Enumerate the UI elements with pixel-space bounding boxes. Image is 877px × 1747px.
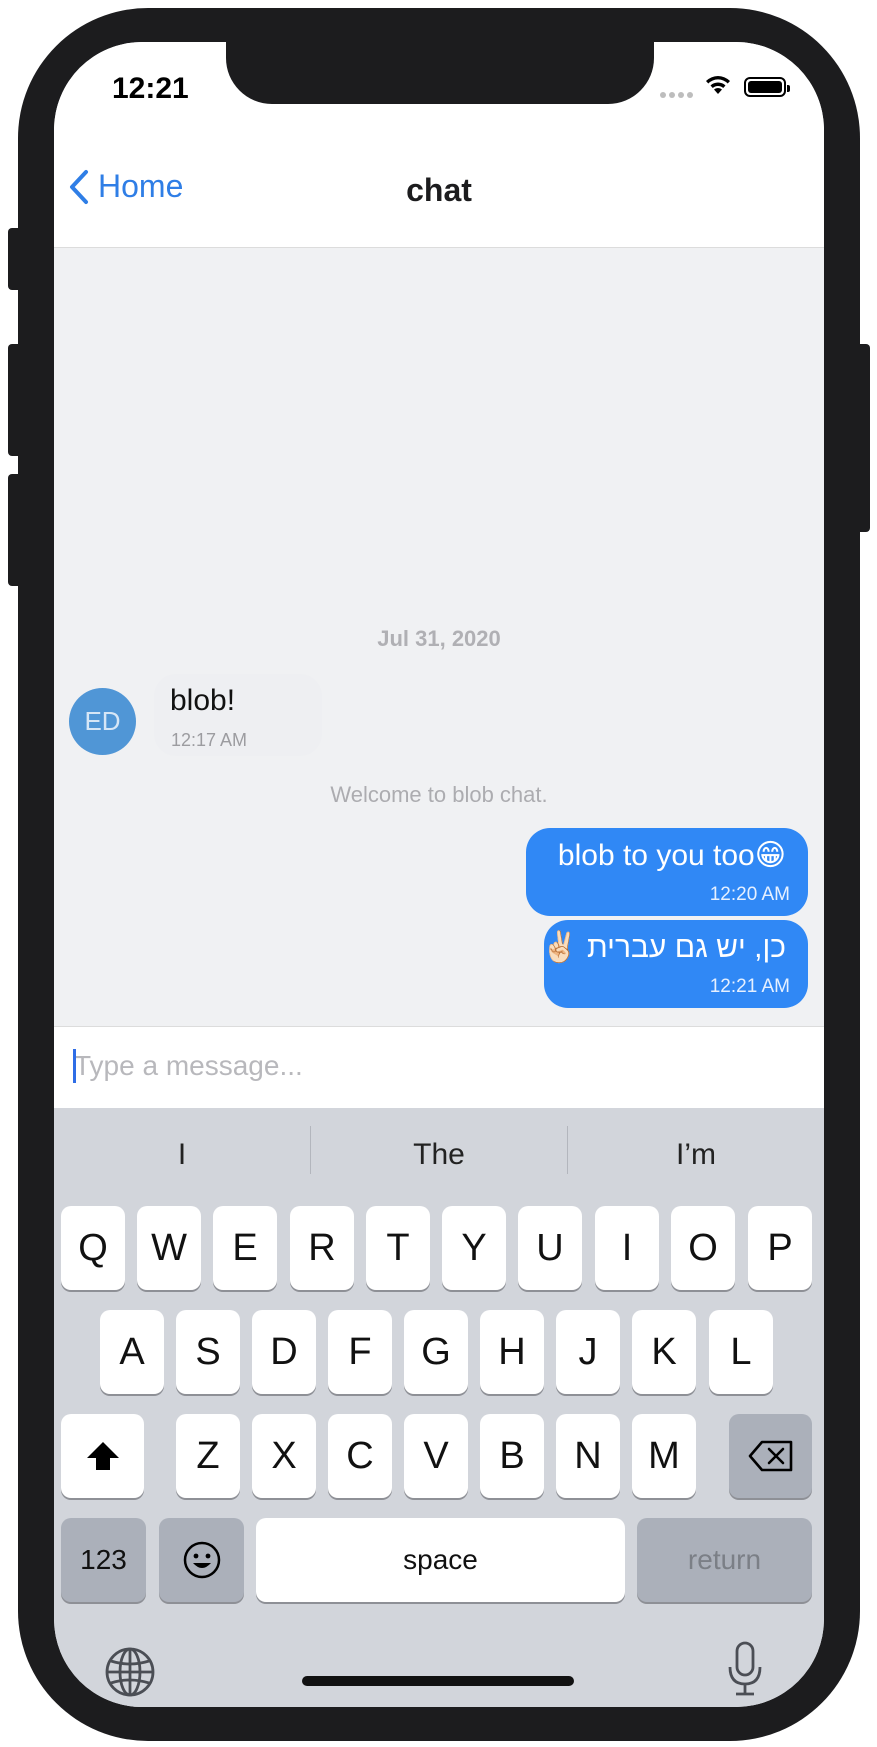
page-title: chat xyxy=(406,172,472,208)
key-b[interactable]: B xyxy=(480,1414,544,1498)
suggestion-bar: I The I’m xyxy=(54,1108,824,1204)
suggestion-3[interactable]: I’m xyxy=(568,1138,824,1172)
key-i[interactable]: I xyxy=(595,1206,659,1290)
key-y[interactable]: Y xyxy=(442,1206,506,1290)
key-a[interactable]: A xyxy=(100,1310,164,1394)
key-u[interactable]: U xyxy=(518,1206,582,1290)
key-k[interactable]: K xyxy=(632,1310,696,1394)
key-r[interactable]: R xyxy=(290,1206,354,1290)
key-c[interactable]: C xyxy=(328,1414,392,1498)
space-key[interactable]: space xyxy=(256,1518,625,1602)
message-list[interactable]: Jul 31, 2020 ED blob! 12:17 AM Welcome t… xyxy=(54,248,824,1026)
battery-icon xyxy=(744,77,790,97)
navigation-bar: Home chat xyxy=(54,128,824,248)
return-key[interactable]: return xyxy=(637,1518,812,1602)
message-text: blob to you too😁 xyxy=(557,839,786,872)
mute-switch xyxy=(8,228,20,290)
outgoing-message-bubble[interactable]: blob to you too😁 12:20 AM xyxy=(526,828,808,916)
wifi-icon xyxy=(706,76,730,94)
message-text: כן, יש גם עברית ✌🏻 xyxy=(541,931,786,964)
globe-icon[interactable] xyxy=(104,1646,156,1698)
message-time: 12:21 AM xyxy=(709,976,790,997)
message-input[interactable] xyxy=(74,1041,794,1091)
key-q[interactable]: Q xyxy=(61,1206,125,1290)
key-t[interactable]: T xyxy=(366,1206,430,1290)
notch xyxy=(226,42,654,104)
key-o[interactable]: O xyxy=(671,1206,735,1290)
key-j[interactable]: J xyxy=(556,1310,620,1394)
key-h[interactable]: H xyxy=(480,1310,544,1394)
key-g[interactable]: G xyxy=(404,1310,468,1394)
home-indicator[interactable] xyxy=(302,1676,574,1686)
microphone-icon[interactable] xyxy=(726,1640,764,1698)
key-p[interactable]: P xyxy=(748,1206,812,1290)
numbers-key[interactable]: 123 xyxy=(61,1518,146,1602)
keyboard: I The I’m Q W E R T Y U I O P A S D F G … xyxy=(54,1108,824,1707)
avatar[interactable]: ED xyxy=(69,688,136,755)
suggestion-2[interactable]: The xyxy=(311,1138,567,1172)
shift-key[interactable] xyxy=(61,1414,144,1498)
incoming-message-bubble[interactable]: blob! 12:17 AM xyxy=(154,674,322,756)
backspace-icon xyxy=(748,1440,792,1472)
key-w[interactable]: W xyxy=(137,1206,201,1290)
message-composer xyxy=(54,1026,824,1108)
key-z[interactable]: Z xyxy=(176,1414,240,1498)
signal-dots-icon xyxy=(660,92,693,98)
message-text: blob! xyxy=(170,684,236,717)
system-message: Welcome to blob chat. xyxy=(330,782,548,807)
outgoing-message-bubble[interactable]: כן, יש גם עברית ✌🏻 12:21 AM xyxy=(541,920,808,1008)
delete-key[interactable] xyxy=(729,1414,812,1498)
avatar-initials: ED xyxy=(84,706,121,736)
power-button xyxy=(858,344,870,532)
key-s[interactable]: S xyxy=(176,1310,240,1394)
emoji-key[interactable] xyxy=(159,1518,244,1602)
key-m[interactable]: M xyxy=(632,1414,696,1498)
suggestion-1[interactable]: I xyxy=(54,1138,310,1172)
key-n[interactable]: N xyxy=(556,1414,620,1498)
key-x[interactable]: X xyxy=(252,1414,316,1498)
key-v[interactable]: V xyxy=(404,1414,468,1498)
screen: 12:21 Home chat Jul 31, 2020 ED blob! 12… xyxy=(54,42,824,1707)
date-separator: Jul 31, 2020 xyxy=(377,626,501,651)
message-time: 12:20 AM xyxy=(709,884,790,905)
key-e[interactable]: E xyxy=(213,1206,277,1290)
emoji-icon xyxy=(183,1541,220,1579)
key-l[interactable]: L xyxy=(709,1310,773,1394)
volume-up-button xyxy=(8,344,20,456)
status-time: 12:21 xyxy=(112,72,189,105)
message-time: 12:17 AM xyxy=(171,730,248,750)
shift-icon xyxy=(86,1442,119,1470)
volume-down-button xyxy=(8,474,20,586)
key-d[interactable]: D xyxy=(252,1310,316,1394)
key-f[interactable]: F xyxy=(328,1310,392,1394)
text-cursor xyxy=(73,1049,76,1083)
